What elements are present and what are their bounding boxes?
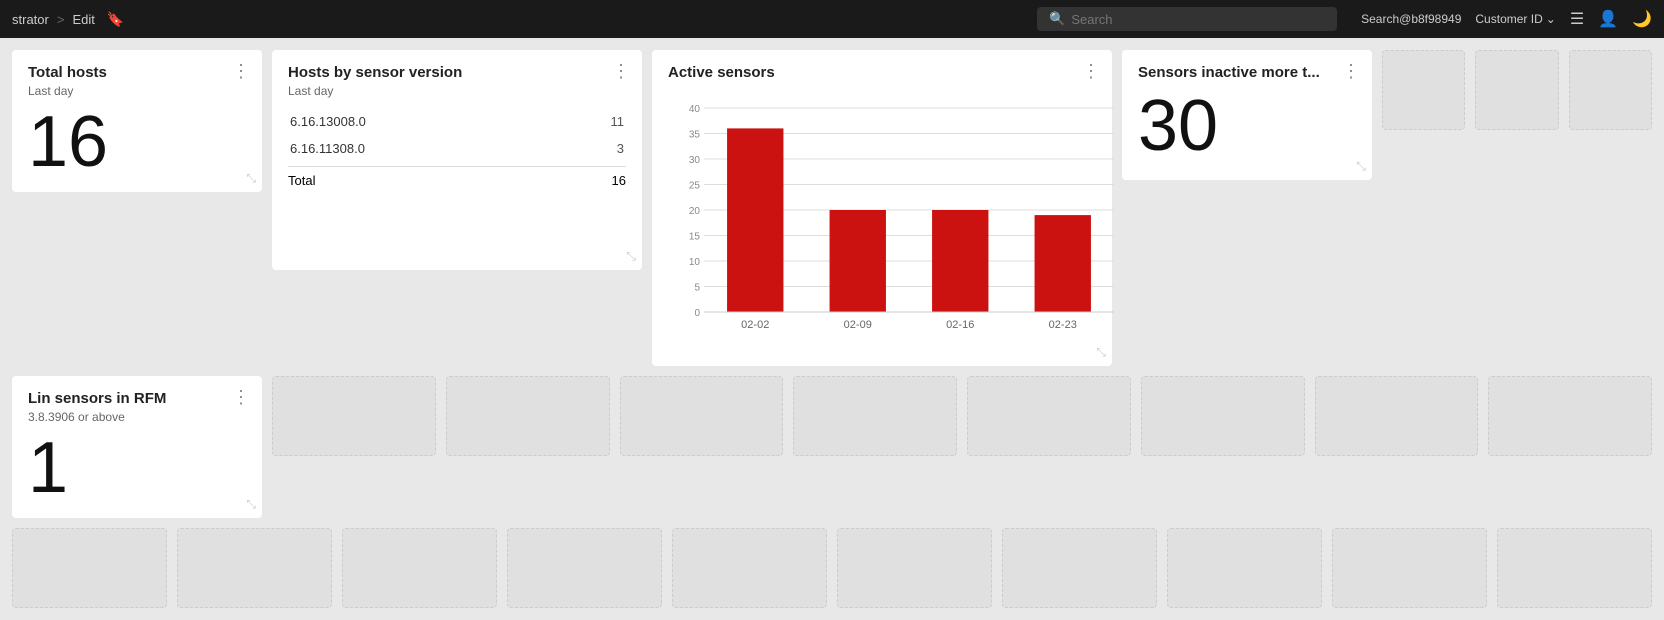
user-icon[interactable]: 👤	[1598, 9, 1618, 29]
svg-text:35: 35	[689, 130, 701, 141]
placeholder-row2-8	[1488, 376, 1652, 456]
svg-text:30: 30	[689, 155, 701, 166]
placeholder-row2-3	[620, 376, 784, 456]
svg-text:02-23: 02-23	[1049, 319, 1077, 331]
empty-9	[1332, 528, 1487, 608]
bookmark-icon[interactable]: 🔖	[107, 11, 124, 28]
search-icon: 🔍	[1049, 11, 1065, 27]
topnav-right: Search@b8f98949 Customer ID ⌄ ☰ 👤 🌙	[1361, 9, 1652, 29]
total-hosts-card: Total hosts ⋮ Last day 16 ⤡	[12, 50, 262, 192]
svg-text:15: 15	[689, 232, 701, 243]
empty-8	[1167, 528, 1322, 608]
placeholder-2	[1475, 50, 1558, 130]
card-row-2: Lin sensors in RFM ⋮ 3.8.3906 or above 1…	[12, 376, 1652, 518]
bar	[932, 210, 988, 312]
active-sensors-title: Active sensors	[668, 64, 775, 81]
total-hosts-resize: ⤡	[246, 171, 256, 186]
empty-3	[342, 528, 497, 608]
svg-text:02-09: 02-09	[844, 319, 872, 331]
empty-1	[12, 528, 167, 608]
version-label: 6.16.13008.0	[288, 108, 565, 135]
empty-row-1	[12, 528, 1652, 608]
card-row-1: Total hosts ⋮ Last day 16 ⤡ Hosts by sen…	[12, 50, 1652, 366]
placeholder-row2-4	[793, 376, 957, 456]
sensor-version-table-wrapper: 6.16.13008.0116.16.11308.03 Total 16	[288, 108, 626, 188]
placeholder-row2-1	[272, 376, 436, 456]
sensors-inactive-value: 30	[1138, 90, 1356, 162]
bar	[727, 128, 783, 312]
main-content: Total hosts ⋮ Last day 16 ⤡ Hosts by sen…	[0, 38, 1664, 620]
topnav: strator > Edit 🔖 🔍 Search@b8f98949 Custo…	[0, 0, 1664, 38]
svg-text:40: 40	[689, 104, 701, 115]
bar	[1035, 215, 1091, 312]
placeholder-row2-5	[967, 376, 1131, 456]
lin-sensors-value: 1	[28, 432, 246, 504]
total-hosts-menu-btn[interactable]: ⋮	[232, 62, 250, 80]
sensor-version-total-value: 16	[612, 173, 626, 188]
sensor-version-table: 6.16.13008.0116.16.11308.03	[288, 108, 626, 162]
empty-7	[1002, 528, 1157, 608]
sensor-version-resize: ⤡	[626, 249, 636, 264]
svg-text:0: 0	[694, 308, 700, 319]
bar	[830, 210, 886, 312]
lin-sensors-subtitle: 3.8.3906 or above	[28, 410, 246, 424]
sensors-inactive-title: Sensors inactive more t...	[1138, 64, 1320, 81]
placeholder-row2-6	[1141, 376, 1305, 456]
lin-sensors-card: Lin sensors in RFM ⋮ 3.8.3906 or above 1…	[12, 376, 262, 518]
placeholder-row2-7	[1315, 376, 1479, 456]
empty-2	[177, 528, 332, 608]
total-hosts-title: Total hosts	[28, 64, 107, 81]
sensor-version-card: Hosts by sensor version ⋮ Last day 6.16.…	[272, 50, 642, 270]
placeholder-row2-2	[446, 376, 610, 456]
search-input[interactable]	[1071, 12, 1325, 27]
lin-sensors-menu-btn[interactable]: ⋮	[232, 388, 250, 406]
customer-id-dropdown[interactable]: Customer ID ⌄	[1475, 12, 1555, 26]
placeholder-1	[1382, 50, 1465, 130]
svg-text:02-02: 02-02	[741, 319, 769, 331]
svg-text:02-16: 02-16	[946, 319, 974, 331]
search-bar[interactable]: 🔍	[1037, 7, 1337, 31]
lin-sensors-title: Lin sensors in RFM	[28, 390, 166, 407]
user-email: Search@b8f98949	[1361, 12, 1461, 26]
sensor-version-subtitle: Last day	[288, 84, 626, 98]
empty-10	[1497, 528, 1652, 608]
total-hosts-value: 16	[28, 106, 246, 178]
placeholder-3	[1569, 50, 1652, 130]
sensor-version-title: Hosts by sensor version	[288, 64, 462, 81]
active-sensors-chart: 0 5 10 15 20 25 30 35 40 02-02 02-09 02-16 02-23	[668, 92, 1096, 352]
active-sensors-card: Active sensors ⋮ 0 5 10 15 20 25 30 35 40 02-02 02…	[652, 50, 1112, 366]
sensors-inactive-resize: ⤡	[1356, 159, 1366, 174]
version-count: 3	[565, 135, 626, 162]
sensors-inactive-card: Sensors inactive more t... ⋮ 30 ⤡	[1122, 50, 1372, 180]
breadcrumb-sep: >	[57, 12, 65, 27]
svg-text:25: 25	[689, 181, 701, 192]
table-row: 6.16.11308.03	[288, 135, 626, 162]
svg-text:5: 5	[694, 283, 700, 294]
brand-label: strator	[12, 12, 49, 27]
empty-4	[507, 528, 662, 608]
table-row: 6.16.13008.011	[288, 108, 626, 135]
svg-text:20: 20	[689, 206, 701, 217]
lin-sensors-resize: ⤡	[246, 497, 256, 512]
sensor-version-total: Total 16	[288, 166, 626, 188]
svg-text:10: 10	[689, 257, 701, 268]
menu-lines-icon[interactable]: ☰	[1570, 9, 1584, 29]
sensor-version-menu-btn[interactable]: ⋮	[612, 62, 630, 80]
empty-5	[672, 528, 827, 608]
sensor-version-total-label: Total	[288, 173, 315, 188]
total-hosts-subtitle: Last day	[28, 84, 246, 98]
empty-6	[837, 528, 992, 608]
chart-svg: 0 5 10 15 20 25 30 35 40 02-02 02-09 02-16 02-23	[668, 92, 1128, 352]
active-sensors-menu-btn[interactable]: ⋮	[1082, 62, 1100, 80]
dark-mode-icon[interactable]: 🌙	[1632, 9, 1652, 29]
version-count: 11	[565, 108, 626, 135]
active-sensors-resize: ⤡	[1096, 345, 1106, 360]
edit-label[interactable]: Edit	[72, 12, 94, 27]
sensors-inactive-menu-btn[interactable]: ⋮	[1342, 62, 1360, 80]
version-label: 6.16.11308.0	[288, 135, 565, 162]
